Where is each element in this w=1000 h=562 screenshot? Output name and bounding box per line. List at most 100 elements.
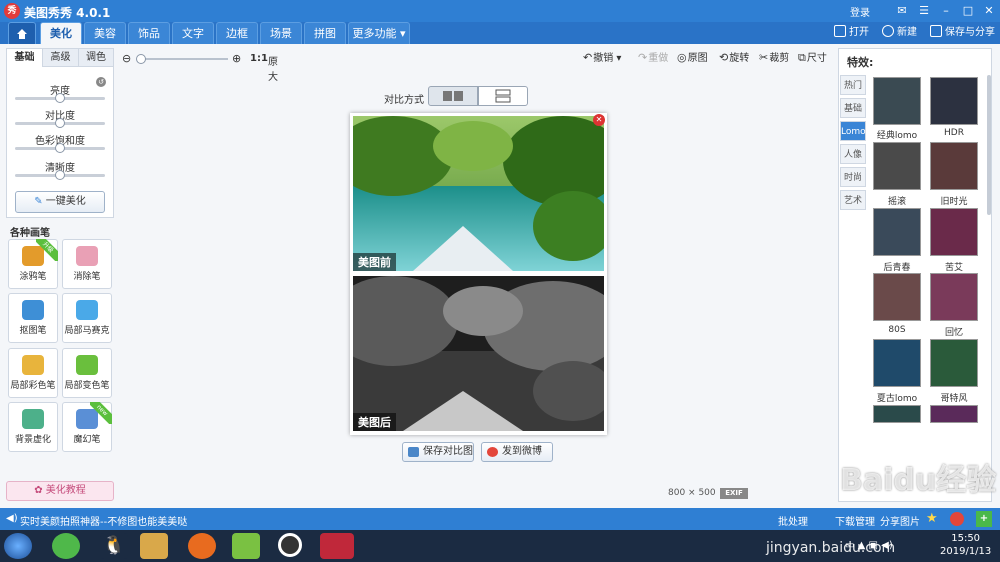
send-weibo-button[interactable]: 发到微博	[481, 442, 553, 462]
subtab-basic[interactable]: 基础	[7, 49, 43, 67]
effect-more[interactable]	[930, 405, 978, 423]
start-button[interactable]	[4, 533, 32, 559]
star-icon[interactable]: ★	[926, 511, 938, 526]
message-icon[interactable]: ✉	[893, 2, 911, 19]
download-manager-button[interactable]: 下载管理	[835, 513, 875, 528]
zoom-out-icon[interactable]: ⊖	[122, 52, 131, 65]
tutorial-button[interactable]: ✿ 美化教程	[6, 481, 114, 501]
brush-mosaic[interactable]: 局部马赛克	[62, 293, 112, 343]
rotate-icon: ⟲	[719, 51, 729, 64]
home-tab[interactable]	[8, 22, 36, 44]
app-logo-icon: 秀	[4, 3, 20, 19]
tab-beauty[interactable]: 美容	[84, 22, 126, 44]
zoom-slider[interactable]	[136, 54, 228, 64]
firefox-icon[interactable]	[188, 533, 216, 559]
meitu-taskbar-icon[interactable]	[320, 533, 354, 559]
original-size-link[interactable]: 原大	[268, 53, 278, 83]
tab-accessories[interactable]: 饰品	[128, 22, 170, 44]
media-app-icon[interactable]	[232, 533, 260, 559]
clock[interactable]: 15:50 2019/1/13	[940, 532, 991, 558]
tab-beautify[interactable]: 美化	[40, 22, 82, 44]
login-link[interactable]: 登录	[850, 4, 870, 19]
sharpness-slider[interactable]	[15, 170, 105, 180]
tip-text[interactable]: 实时美颜拍照神器--不修图也能美美哒	[20, 513, 187, 528]
effect-hdr[interactable]	[930, 77, 978, 125]
rotate-button[interactable]: ⟲旋转	[719, 51, 749, 65]
add-icon[interactable]: +	[976, 511, 992, 527]
brush-background-blur[interactable]: 背景虚化	[8, 402, 58, 452]
brush-magic[interactable]: 魔幻笔 new	[62, 402, 112, 452]
one-key-beautify-button[interactable]: ✎ 一键美化	[15, 191, 105, 213]
record-icon[interactable]	[278, 533, 302, 557]
qq-icon[interactable]: 🐧	[100, 533, 128, 559]
effect-more[interactable]	[873, 405, 921, 423]
compare-stacked-button[interactable]	[478, 86, 528, 106]
category-hot[interactable]: 热门	[840, 75, 866, 95]
photo-after[interactable]: 美图后	[353, 276, 604, 431]
compare-mode-label: 对比方式	[384, 95, 424, 106]
undo-icon: ↶	[583, 51, 593, 64]
subtab-advanced[interactable]: 高级	[43, 49, 79, 67]
undo-button[interactable]: ↶撤销 ▾	[583, 51, 621, 65]
brush-partial-color[interactable]: 局部彩色笔	[8, 348, 58, 398]
category-basic[interactable]: 基础	[840, 98, 866, 118]
effects-scrollbar[interactable]	[987, 75, 991, 215]
original-button[interactable]: ◎原图	[677, 51, 708, 65]
brush-doodle[interactable]: 涂鸦笔 升级	[8, 239, 58, 289]
effect-vintage-lomo[interactable]	[873, 339, 921, 387]
effect-classic-lomo[interactable]	[873, 77, 921, 125]
slider-knob[interactable]	[55, 93, 65, 103]
close-compare-icon[interactable]: ✕	[593, 114, 605, 126]
brush-cutout[interactable]: 抠图笔	[8, 293, 58, 343]
batch-button[interactable]: 批处理	[778, 513, 808, 528]
brush-eraser[interactable]: 消除笔	[62, 239, 112, 289]
category-art[interactable]: 艺术	[840, 190, 866, 210]
menu-icon[interactable]: ☰	[915, 2, 933, 19]
category-lomo[interactable]: Lomo	[840, 121, 866, 141]
tab-collage[interactable]: 拼图	[304, 22, 346, 44]
effect-rock[interactable]	[873, 142, 921, 190]
effect-80s[interactable]	[873, 273, 921, 321]
maximize-button[interactable]: □	[959, 2, 977, 19]
subtab-color[interactable]: 调色	[79, 49, 113, 67]
weibo-icon[interactable]	[950, 512, 964, 526]
share-image-button[interactable]: 分享图片	[880, 513, 920, 528]
tab-text[interactable]: 文字	[172, 22, 214, 44]
redo-button[interactable]: ↷重做	[638, 51, 668, 65]
zoom-ratio[interactable]: 1:1	[250, 53, 268, 64]
exif-button[interactable]: EXIF	[720, 488, 748, 499]
cutout-pen-icon	[22, 300, 44, 320]
brightness-slider[interactable]	[15, 93, 105, 103]
zoom-knob[interactable]	[136, 54, 146, 64]
slider-knob[interactable]	[55, 118, 65, 128]
resize-button[interactable]: ⧉尺寸	[798, 51, 827, 65]
slider-knob[interactable]	[55, 170, 65, 180]
zoom-in-icon[interactable]: ⊕	[232, 52, 241, 65]
save-compare-button[interactable]: 保存对比图	[402, 442, 474, 462]
tab-more[interactable]: 更多功能 ▾	[348, 22, 410, 44]
contrast-slider[interactable]	[15, 118, 105, 128]
crop-button[interactable]: ✂裁剪	[759, 51, 789, 65]
category-portrait[interactable]: 人像	[840, 144, 866, 164]
photo-before[interactable]: 美图前	[353, 116, 604, 271]
effect-gothic[interactable]	[930, 339, 978, 387]
tab-border[interactable]: 边框	[216, 22, 258, 44]
save-share-button[interactable]: 保存与分享	[930, 25, 995, 41]
effect-memory[interactable]	[930, 273, 978, 321]
category-fashion[interactable]: 时尚	[840, 167, 866, 187]
folder-icon[interactable]	[140, 533, 168, 559]
minimize-button[interactable]: –	[937, 2, 955, 19]
close-button[interactable]: ✕	[980, 2, 998, 19]
taskbar-app-icon[interactable]	[52, 533, 80, 559]
tab-scene[interactable]: 场景	[260, 22, 302, 44]
new-button[interactable]: 新建	[882, 25, 917, 41]
compare-side-by-side-button[interactable]	[428, 86, 478, 106]
saturation-slider[interactable]	[15, 143, 105, 153]
open-button[interactable]: 打开	[834, 25, 869, 41]
effect-post-youth[interactable]	[873, 208, 921, 256]
brush-recolor[interactable]: 局部变色笔	[62, 348, 112, 398]
effect-old-times[interactable]	[930, 142, 978, 190]
watermark: Baidu经验	[840, 463, 997, 498]
slider-knob[interactable]	[55, 143, 65, 153]
effect-absinthe[interactable]	[930, 208, 978, 256]
